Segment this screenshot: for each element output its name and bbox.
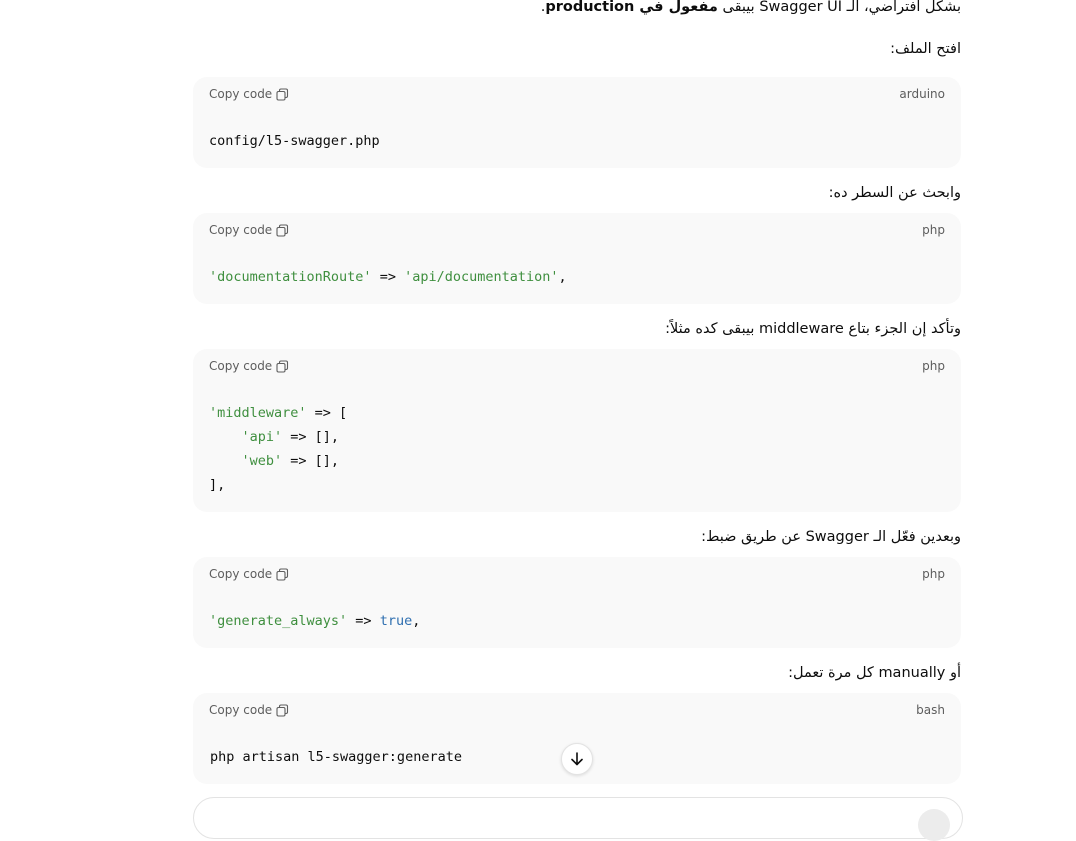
- code-line: 'api' => [],: [241, 429, 340, 445]
- code-block-header: Copy code bash: [209, 703, 945, 721]
- code-block-header: Copy code php: [209, 567, 945, 585]
- code-block-header: Copy code php: [209, 359, 945, 377]
- copy-code-button[interactable]: Copy code: [209, 359, 289, 373]
- intro-text-bold: مفعول في production: [545, 0, 718, 15]
- code-language-label: php: [922, 359, 945, 373]
- message-composer[interactable]: [193, 797, 963, 841]
- code-block-documentation-route: Copy code php 'documentationRoute' => 'a…: [193, 213, 961, 304]
- open-file-paragraph: افتح الملف:: [890, 41, 961, 57]
- code-language-label: bash: [916, 703, 945, 717]
- copy-code-button[interactable]: Copy code: [209, 223, 289, 237]
- code-block-config-path: Copy code arduino config/l5-swagger.php: [193, 77, 961, 168]
- scroll-to-bottom-button[interactable]: [561, 743, 593, 775]
- code-language-label: php: [922, 223, 945, 237]
- code-block-header: Copy code arduino: [209, 87, 945, 105]
- code-line: 'generate_always' => true,: [209, 613, 421, 629]
- copy-code-label: Copy code: [209, 87, 273, 101]
- code-block-generate-always: Copy code php 'generate_always' => true,: [193, 557, 961, 648]
- copy-code-label: Copy code: [209, 703, 273, 717]
- code-content: 'generate_always' => true,: [209, 609, 420, 633]
- code-block-header: Copy code php: [209, 223, 945, 241]
- middleware-paragraph: وتأكد إن الجزء بتاع middleware بيبقى كده…: [665, 321, 961, 337]
- code-content: 'middleware' => [ 'api' => [], 'web' => …: [209, 401, 347, 497]
- copy-code-label: Copy code: [209, 223, 273, 237]
- code-block-middleware: Copy code php 'middleware' => [ 'api' =>…: [193, 349, 961, 512]
- code-content: php artisan l5-swagger:generate: [210, 745, 462, 769]
- intro-text-pre: بشكل افتراضي، الـ Swagger UI بيبقى: [717, 0, 961, 15]
- copy-code-button[interactable]: Copy code: [209, 87, 289, 101]
- code-line: php artisan l5-swagger:generate: [210, 749, 462, 765]
- copy-icon: [276, 703, 289, 717]
- code-line: config/l5-swagger.php: [209, 133, 380, 149]
- code-language-label: arduino: [899, 87, 945, 101]
- code-content: 'documentationRoute' => 'api/documentati…: [209, 265, 567, 289]
- manual-generate-paragraph: أو manually كل مرة تعمل:: [788, 665, 961, 681]
- copy-code-button[interactable]: Copy code: [209, 567, 289, 581]
- copy-icon: [276, 87, 289, 101]
- copy-code-button[interactable]: Copy code: [209, 703, 289, 717]
- code-line: 'documentationRoute' => 'api/documentati…: [209, 269, 567, 285]
- copy-icon: [276, 359, 289, 373]
- code-line: 'middleware' => [: [209, 405, 348, 421]
- search-line-paragraph: وابحث عن السطر ده:: [828, 185, 961, 201]
- intro-paragraph: بشكل افتراضي، الـ Swagger UI بيبقى مفعول…: [541, 0, 961, 18]
- send-button[interactable]: [918, 809, 950, 841]
- copy-icon: [276, 223, 289, 237]
- code-language-label: php: [922, 567, 945, 581]
- enable-swagger-paragraph: وبعدين فعّل الـ Swagger عن طريق ضبط:: [701, 529, 961, 545]
- code-line: 'web' => [],: [241, 453, 340, 469]
- arrow-down-icon: [571, 752, 583, 766]
- code-content: config/l5-swagger.php: [209, 129, 380, 153]
- code-block-artisan-command: Copy code bash php artisan l5-swagger:ge…: [193, 693, 961, 784]
- copy-code-label: Copy code: [209, 567, 273, 581]
- code-line: ],: [209, 477, 226, 493]
- copy-code-label: Copy code: [209, 359, 273, 373]
- copy-icon: [276, 567, 289, 581]
